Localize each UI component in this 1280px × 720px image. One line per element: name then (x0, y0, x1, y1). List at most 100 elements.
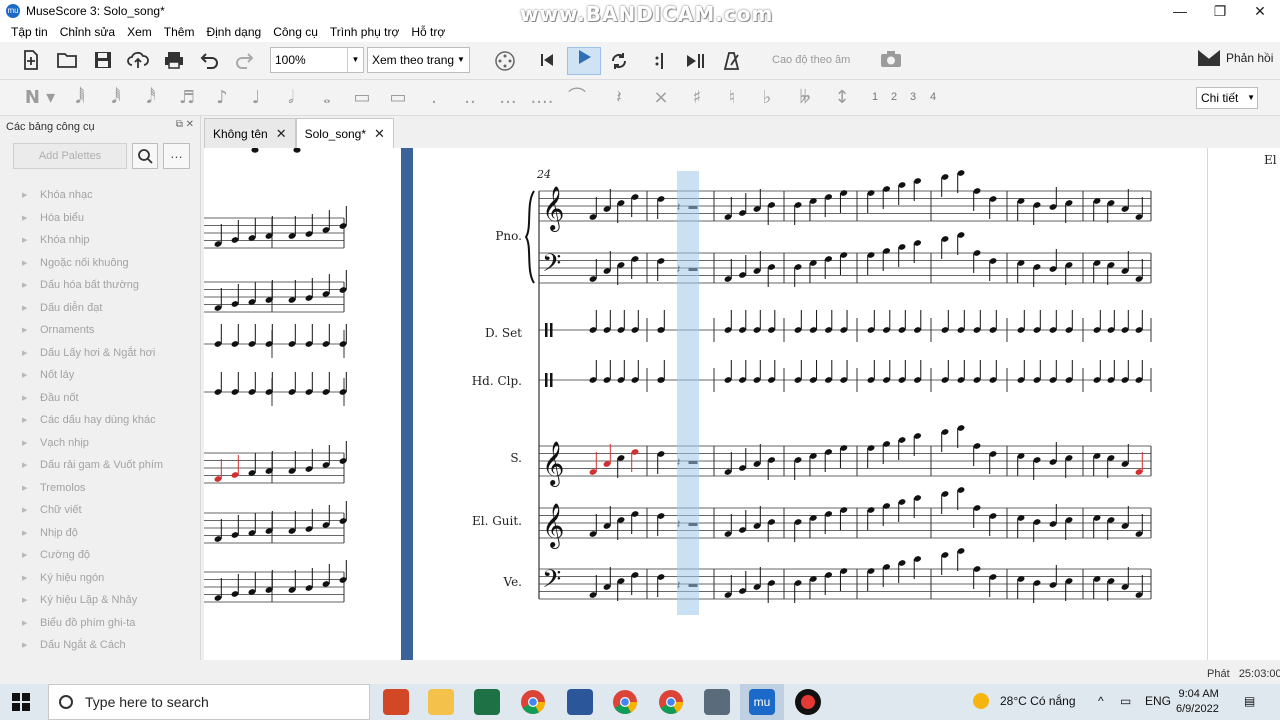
close-icon[interactable]: ✕ (276, 126, 287, 142)
palette-item[interactable]: ▶ Chữ viết (22, 499, 163, 522)
palette-item[interactable]: ▶ Vạch nhịp (22, 432, 163, 455)
maximize-button[interactable]: ❐ (1200, 0, 1240, 22)
staff-handclap[interactable] (538, 360, 1152, 392)
flat-icon[interactable]: ♭ (757, 86, 777, 110)
minimize-button[interactable]: — (1160, 0, 1200, 22)
sharp-icon[interactable]: ♯ (687, 86, 707, 110)
rewind-icon[interactable] (536, 50, 558, 72)
close-icon[interactable]: ✕ (374, 126, 385, 142)
chrome-profile-icon[interactable] (658, 689, 684, 715)
chrome-profile-icon[interactable] (612, 689, 638, 715)
zoom-select[interactable]: 100% ▼ (270, 47, 364, 73)
palette-item[interactable]: ▶ Cường độ (22, 544, 163, 567)
note-input-mode-icon[interactable]: N ▾ (20, 86, 60, 110)
palette-item[interactable]: ▶ Đầu nốt (22, 387, 163, 410)
bandicam-record-icon[interactable] (795, 689, 821, 715)
note-16th-icon[interactable]: ♬ (177, 86, 197, 110)
menu-format[interactable]: Định dạng (206, 25, 261, 39)
loop-in-icon[interactable] (647, 50, 669, 72)
save-icon[interactable] (92, 50, 114, 72)
staff-guitar[interactable]: 𝄞𝄽 (538, 486, 1152, 549)
menu-edit[interactable]: Chỉnh sửa (60, 25, 115, 39)
metronome-icon[interactable] (721, 50, 743, 72)
staff-cello[interactable]: 𝄢𝄽 (538, 547, 1152, 603)
palette-item[interactable]: ▶ Biểu đồ phím ghi-ta (22, 612, 163, 635)
musescore-taskbar-icon[interactable]: mu (749, 689, 775, 715)
notifications-icon[interactable]: ▤ (1244, 694, 1255, 708)
palette-item[interactable]: ▶ Dấu diễn đạt (22, 297, 163, 320)
double-flat-icon[interactable]: 𝄫 (793, 86, 817, 110)
view-mode-select[interactable]: Xem theo trang ▼ (367, 47, 470, 73)
menu-add[interactable]: Thêm (164, 25, 195, 39)
palette-item[interactable]: ▶ Ký hiệu Lặp & Nhảy (22, 589, 163, 612)
redo-icon[interactable] (234, 50, 256, 72)
palette-item[interactable]: ▶ Tremolos (22, 477, 163, 500)
staff-soprano[interactable]: 𝄞𝄽 (538, 424, 1152, 487)
excel-icon[interactable] (474, 689, 500, 715)
voice-4-button[interactable]: 4 (930, 91, 936, 103)
palette-item[interactable]: ▶ Dấu rải gam & Vuốt phím (22, 454, 163, 477)
note-quarter-icon[interactable]: ♩ (246, 86, 266, 110)
menu-plugins[interactable]: Trình phụ trợ (330, 25, 399, 39)
loop-icon[interactable] (608, 50, 630, 72)
palette-search-button[interactable] (132, 143, 158, 169)
play-repeats-icon[interactable] (684, 50, 706, 72)
score-sheet[interactable]: 𝄞𝄽𝄢𝄽𝄞𝄽𝄞𝄽𝄢𝄽 24 Pno. D. Set Hd. Clp. S. El… (204, 147, 1280, 660)
windows-start-icon[interactable] (12, 693, 30, 711)
voice-1-button[interactable]: 1 (872, 91, 878, 103)
note-64th-icon[interactable]: 𝅘𝅥𝅱 (106, 86, 126, 110)
add-palettes-button[interactable]: Add Palettes (13, 143, 127, 169)
triple-dot-icon[interactable]: ... (496, 86, 520, 110)
palette-item[interactable]: ▶ Ornaments (22, 319, 163, 342)
cloud-upload-icon[interactable] (127, 50, 149, 72)
palette-item[interactable]: ▶ Dấu Lấy hơi & Ngắt hơi (22, 342, 163, 365)
palette-item[interactable]: ▶ Ký hiệu ngón (22, 567, 163, 590)
file-explorer-icon[interactable] (428, 689, 454, 715)
note-128th-icon[interactable]: 𝅘𝅥𝅲 (70, 86, 90, 110)
concert-pitch-toggle[interactable]: Cao độ theo âm (772, 54, 850, 66)
chrome-icon[interactable] (520, 689, 546, 715)
staff-piano-treble[interactable]: 𝄞𝄽 (538, 169, 1152, 232)
note-half-icon[interactable]: 𝅗𝅥 (281, 86, 301, 110)
voice-2-button[interactable]: 2 (891, 91, 897, 103)
rest-icon[interactable]: 𝄽 (607, 86, 631, 110)
note-32nd-icon[interactable]: 𝅘𝅥𝅰 (141, 86, 161, 110)
voice-3-button[interactable]: 3 (910, 91, 916, 103)
camera-icon[interactable] (880, 50, 902, 72)
note-breve-icon[interactable]: ▭ (352, 86, 372, 110)
open-folder-icon[interactable] (56, 50, 78, 72)
menu-view[interactable]: Xem (127, 25, 152, 39)
taskbar-search-input[interactable]: Type here to search (48, 684, 370, 720)
tab-untitled[interactable]: Không tên ✕ (204, 118, 296, 148)
palette-item[interactable]: ▶ Dấu Ngắt & Cách (22, 634, 163, 657)
close-button[interactable]: ✕ (1240, 0, 1280, 22)
mixer-icon[interactable] (494, 50, 516, 72)
workspace-select[interactable]: Chi tiết ▼ (1196, 87, 1258, 109)
double-sharp-icon[interactable]: × (651, 86, 671, 110)
palette-item[interactable]: ▶ Khóa nhịp (22, 229, 163, 252)
play-button[interactable] (567, 47, 601, 75)
feedback-button[interactable]: Phản hồi (1198, 50, 1273, 66)
palette-item[interactable]: ▶ Nốt láy (22, 364, 163, 387)
battery-icon[interactable]: ▭ (1120, 694, 1131, 708)
taskbar-clock[interactable]: 9:04 AM 6/9/2022 (1176, 687, 1219, 717)
quadruple-dot-icon[interactable]: .... (530, 86, 554, 110)
double-dot-icon[interactable]: .. (460, 86, 480, 110)
menu-file[interactable]: Tập tin (11, 25, 48, 39)
panel-float-close-icon[interactable]: ⧉ ✕ (176, 119, 194, 130)
palette-item[interactable]: ▶ Ngoặc nối khuông (22, 252, 163, 275)
note-whole-icon[interactable]: 𝅝 (317, 86, 337, 110)
print-icon[interactable] (163, 50, 185, 72)
flip-direction-icon[interactable]: ↕ (830, 86, 854, 110)
staff-piano-bass[interactable]: 𝄢𝄽 (538, 231, 1152, 287)
powerpoint-icon[interactable] (383, 689, 409, 715)
palette-item[interactable]: ▶ Hóa biểu (22, 207, 163, 230)
undo-icon[interactable] (198, 50, 220, 72)
tab-solo-song[interactable]: Solo_song* ✕ (295, 118, 394, 148)
augmentation-dot-icon[interactable]: . (424, 86, 444, 110)
palette-item[interactable]: ▶ Khóa nhạc (22, 184, 163, 207)
word-icon[interactable] (567, 689, 593, 715)
new-score-icon[interactable] (20, 50, 42, 72)
tie-icon[interactable]: ⌒ (565, 86, 589, 110)
menu-tools[interactable]: Công cụ (273, 25, 318, 39)
